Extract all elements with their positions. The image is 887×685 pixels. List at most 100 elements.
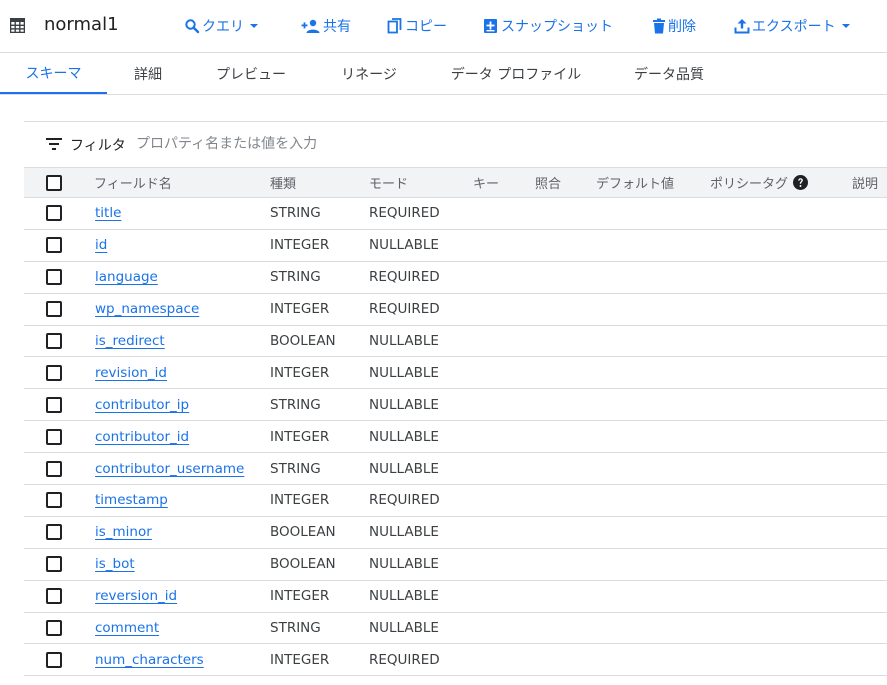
share-button[interactable]: 共有 (301, 15, 351, 37)
copy-button-label: コピー (405, 19, 447, 35)
field-type: STRING (270, 460, 321, 477)
field-mode: REQUIRED (369, 492, 440, 509)
query-button[interactable]: クエリ (184, 15, 260, 37)
table-header-row: フィールド名 種類 モード キー 照合 デフォルト値 ポリシータグ 説明 (24, 167, 887, 198)
field-mode: NULLABLE (369, 396, 439, 413)
field-name-link[interactable]: title (95, 205, 121, 221)
field-mode: NULLABLE (369, 460, 439, 477)
field-mode: NULLABLE (369, 364, 439, 381)
table-row: revision_id INTEGER NULLABLE (24, 357, 887, 390)
row-checkbox[interactable] (46, 269, 62, 286)
table-row: is_minor BOOLEAN NULLABLE (24, 517, 887, 549)
row-checkbox[interactable] (46, 237, 62, 254)
field-name-link[interactable]: num_characters (95, 652, 204, 668)
row-checkbox[interactable] (46, 301, 62, 318)
column-header-default-value[interactable]: デフォルト値 (596, 168, 674, 197)
field-mode: NULLABLE (369, 556, 439, 573)
field-name-link[interactable]: contributor_id (95, 429, 189, 445)
table-row: wp_namespace INTEGER REQUIRED (24, 294, 887, 326)
table-icon (10, 18, 25, 33)
column-header-policy-tag[interactable]: ポリシータグ (710, 168, 809, 197)
field-mode: REQUIRED (369, 301, 440, 318)
table-row: contributor_ip STRING NULLABLE (24, 389, 887, 422)
tab-schema[interactable]: スキーマ (0, 53, 107, 94)
row-checkbox[interactable] (46, 205, 62, 222)
field-name-link[interactable]: revision_id (95, 365, 167, 381)
row-checkbox[interactable] (46, 364, 62, 381)
person-add-icon (301, 19, 320, 33)
field-name-link[interactable]: id (95, 237, 107, 253)
field-name-link[interactable]: language (95, 269, 158, 285)
field-name-link[interactable]: wp_namespace (95, 301, 199, 317)
column-header-key[interactable]: キー (473, 168, 499, 197)
table-row: timestamp INTEGER REQUIRED (24, 485, 887, 517)
field-mode: NULLABLE (369, 428, 439, 445)
field-mode: NULLABLE (369, 333, 439, 349)
column-header-description[interactable]: 説明 (852, 168, 878, 197)
field-type: BOOLEAN (270, 524, 336, 541)
field-name-link[interactable]: comment (95, 620, 159, 636)
query-button-label: クエリ (202, 19, 244, 35)
row-checkbox[interactable] (46, 524, 62, 541)
row-checkbox[interactable] (46, 651, 62, 668)
row-checkbox[interactable] (46, 428, 62, 445)
table-row: is_bot BOOLEAN NULLABLE (24, 549, 887, 581)
row-checkbox[interactable] (46, 460, 62, 477)
tab-data-quality[interactable]: データ品質 (622, 53, 716, 94)
delete-button[interactable]: 削除 (652, 15, 696, 37)
field-mode: NULLABLE (369, 620, 439, 637)
row-checkbox[interactable] (46, 333, 62, 349)
field-name-link[interactable]: reversion_id (95, 588, 177, 604)
select-all-checkbox[interactable] (46, 174, 62, 191)
policy-tag-label: ポリシータグ (710, 177, 789, 192)
column-header-collation[interactable]: 照合 (535, 168, 561, 197)
field-type: INTEGER (270, 492, 330, 509)
tab-data-profile[interactable]: データ プロファイル (440, 53, 592, 94)
field-name-link[interactable]: contributor_username (95, 461, 244, 477)
search-icon (185, 19, 200, 34)
schema-table: フィールド名 種類 モード キー 照合 デフォルト値 ポリシータグ 説明 tit… (24, 167, 887, 677)
row-checkbox[interactable] (46, 620, 62, 637)
filter-input[interactable] (136, 132, 436, 156)
share-button-label: 共有 (323, 19, 351, 35)
chevron-down-icon (841, 24, 850, 28)
column-header-field-name[interactable]: フィールド名 (94, 168, 172, 197)
tab-details[interactable]: 詳細 (122, 53, 174, 94)
filter-icon[interactable] (46, 138, 62, 150)
field-name-link[interactable]: is_redirect (95, 333, 165, 349)
row-checkbox[interactable] (46, 588, 62, 605)
field-type: STRING (270, 396, 321, 413)
copy-button[interactable]: コピー (387, 15, 447, 37)
trash-icon (653, 18, 665, 34)
chevron-down-icon (250, 24, 258, 28)
field-name-link[interactable]: contributor_ip (95, 397, 189, 413)
field-type: INTEGER (270, 428, 330, 445)
row-checkbox[interactable] (46, 556, 62, 573)
field-type: BOOLEAN (270, 333, 336, 349)
help-icon[interactable] (793, 175, 809, 190)
field-name-link[interactable]: is_minor (95, 524, 152, 540)
field-name-link[interactable]: is_bot (95, 556, 135, 572)
tab-preview[interactable]: プレビュー (204, 53, 298, 94)
field-mode: NULLABLE (369, 524, 439, 541)
field-mode: REQUIRED (369, 269, 440, 286)
table-row: title STRING REQUIRED (24, 198, 887, 230)
table-row: reversion_id INTEGER NULLABLE (24, 581, 887, 613)
field-name-link[interactable]: timestamp (95, 492, 168, 508)
column-header-mode[interactable]: モード (369, 168, 408, 197)
row-checkbox[interactable] (46, 396, 62, 413)
field-type: STRING (270, 269, 321, 286)
row-checkbox[interactable] (46, 492, 62, 509)
table-row: contributor_username STRING NULLABLE (24, 453, 887, 486)
column-header-type[interactable]: 種類 (270, 168, 296, 197)
field-mode: NULLABLE (369, 588, 439, 605)
export-button[interactable]: エクスポート (734, 15, 852, 37)
table-row: is_redirect BOOLEAN NULLABLE (24, 326, 887, 358)
tab-bar: スキーマ 詳細 プレビュー リネージ データ プロファイル データ品質 (0, 53, 887, 95)
copy-icon (387, 18, 402, 34)
export-icon (734, 19, 750, 34)
delete-button-label: 削除 (668, 19, 696, 35)
snapshot-button[interactable]: スナップショット (483, 15, 613, 37)
snapshot-icon (484, 19, 497, 33)
tab-lineage[interactable]: リネージ (328, 53, 410, 94)
